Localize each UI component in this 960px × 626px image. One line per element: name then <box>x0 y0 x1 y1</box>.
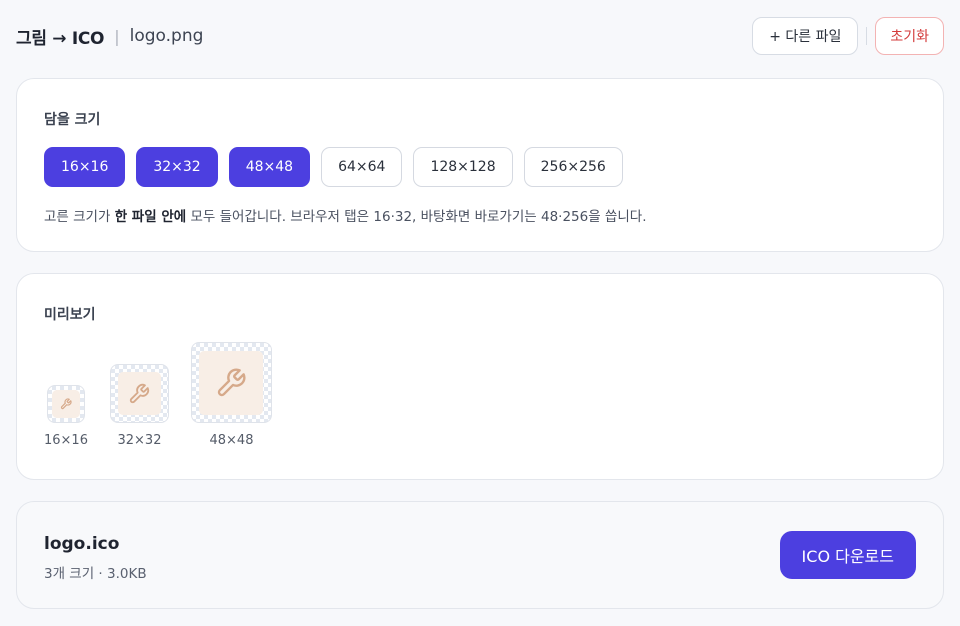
preview-label-48: 48×48 <box>209 433 254 448</box>
preview-card: 미리보기 16×16 32×32 48×48 <box>16 273 944 480</box>
other-file-button[interactable]: + 다른 파일 <box>752 17 859 55</box>
preview-list: 16×16 32×32 48×48 <box>44 342 272 448</box>
header-actions: + 다른 파일 초기화 <box>752 17 944 55</box>
reset-button[interactable]: 초기화 <box>875 17 944 55</box>
download-button[interactable]: ICO 다운로드 <box>779 531 916 579</box>
preview-thumb-16 <box>46 385 85 423</box>
size-chip-128[interactable]: 128×128 <box>413 147 513 187</box>
preview-item-48: 48×48 <box>190 342 272 448</box>
preview-label-16: 16×16 <box>44 433 88 448</box>
wrench-icon <box>117 372 161 415</box>
header: 그림 → ICO | logo.png + 다른 파일 초기화 <box>16 16 944 56</box>
divider <box>866 27 868 45</box>
hint-text-suffix: 모두 들어갑니다. 브라우저 탭은 16·32, 바탕화면 바로가기는 48·2… <box>186 209 647 225</box>
size-chip-48[interactable]: 48×48 <box>228 147 311 187</box>
output-meta: 3개 크기 · 3.0KB <box>44 566 147 582</box>
preview-thumb-32 <box>109 364 169 423</box>
download-card: logo.ico 3개 크기 · 3.0KB ICO 다운로드 <box>16 501 944 609</box>
preview-item-32: 32×32 <box>109 364 169 448</box>
sizes-hint: 고른 크기가 한 파일 안에 모두 들어갑니다. 브라우저 탭은 16·32, … <box>44 205 647 225</box>
hint-text-prefix: 고른 크기가 <box>44 209 115 225</box>
hint-emphasis: 한 파일 안에 <box>114 209 187 225</box>
sizes-title: 담을 크기 <box>44 112 101 128</box>
wrench-icon <box>51 390 80 418</box>
source-filename: logo.png <box>129 26 204 46</box>
wrench-icon <box>199 350 264 415</box>
size-chip-64[interactable]: 64×64 <box>321 147 403 187</box>
size-chip-32[interactable]: 32×32 <box>136 147 218 187</box>
output-filename: logo.ico <box>44 534 120 554</box>
preview-item-16: 16×16 <box>44 385 88 448</box>
preview-label-32: 32×32 <box>117 433 162 448</box>
size-options: 16×16 32×32 48×48 64×64 128×128 256×256 <box>44 147 623 187</box>
preview-thumb-48 <box>190 342 272 423</box>
breadcrumb: 그림 → ICO | logo.png <box>16 24 203 49</box>
sizes-card: 담을 크기 16×16 32×32 48×48 64×64 128×128 25… <box>16 78 944 252</box>
breadcrumb-separator: | <box>114 26 120 46</box>
size-chip-256[interactable]: 256×256 <box>523 147 623 187</box>
page-title: 그림 → ICO <box>16 28 105 49</box>
size-chip-16[interactable]: 16×16 <box>44 147 126 187</box>
preview-title: 미리보기 <box>44 307 96 323</box>
